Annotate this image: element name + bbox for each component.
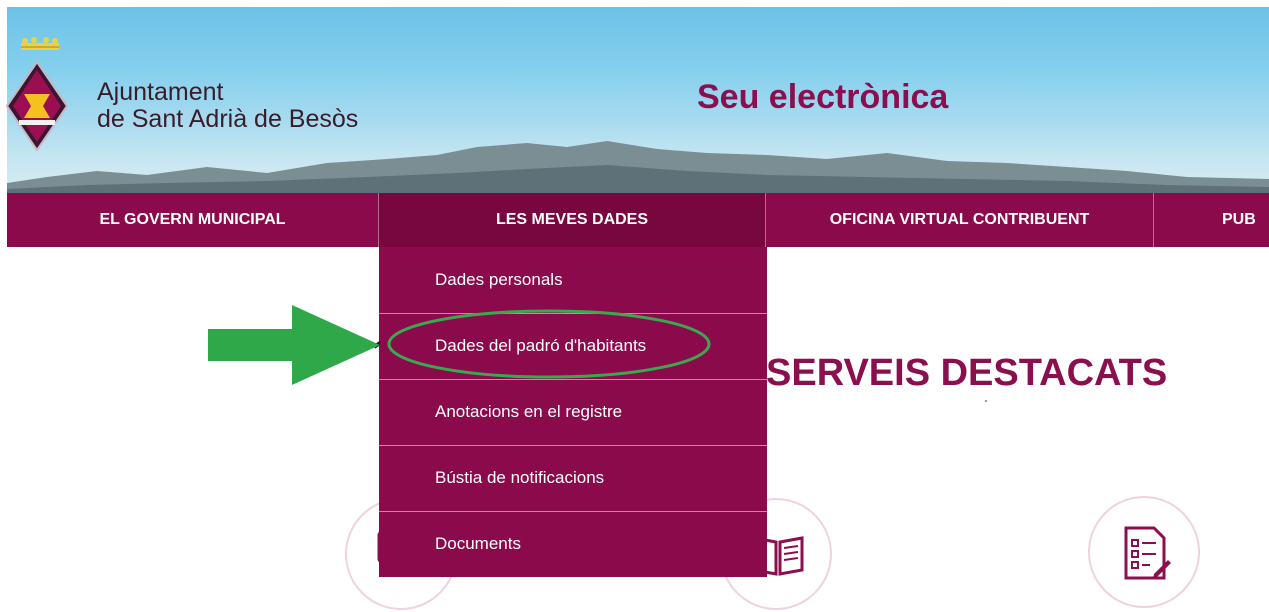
dropdown-item-anotacions-registre[interactable]: Anotacions en el registre xyxy=(379,379,767,445)
nav-item-oficina-virtual[interactable]: OFICINA VIRTUAL CONTRIBUENT xyxy=(766,193,1153,247)
dropdown-item-bustia-notificacions[interactable]: Bústia de notificacions xyxy=(379,445,767,511)
services-title: SERVEIS DESTACATS xyxy=(766,352,1168,394)
decorative-dot xyxy=(985,400,987,402)
green-oval-highlight xyxy=(387,309,711,379)
municipal-shield-icon[interactable] xyxy=(5,58,69,154)
crown-icon xyxy=(21,37,59,50)
organization-line-2: de Sant Adrià de Besòs xyxy=(97,105,359,133)
organization-name[interactable]: Ajuntament de Sant Adrià de Besòs xyxy=(97,79,358,133)
mountain-skyline xyxy=(7,141,1269,193)
les-meves-dades-dropdown: Dades personals Dades del padró d'habita… xyxy=(379,247,767,577)
dropdown-item-dades-personals[interactable]: Dades personals xyxy=(379,247,767,313)
green-arrow-icon xyxy=(208,305,380,385)
site-title: Seu electrònica xyxy=(697,78,949,116)
service-form[interactable] xyxy=(1088,496,1200,608)
nav-item-govern-municipal[interactable]: EL GOVERN MUNICIPAL xyxy=(7,193,378,247)
form-checklist-icon xyxy=(1124,526,1171,580)
organization-line-1: Ajuntament xyxy=(97,78,224,106)
nav-item-pub[interactable]: PUB xyxy=(1154,193,1269,247)
dropdown-item-documents[interactable]: Documents xyxy=(379,511,767,577)
nav-item-les-meves-dades[interactable]: LES MEVES DADES xyxy=(379,193,765,247)
main-nav: EL GOVERN MUNICIPAL LES MEVES DADES OFIC… xyxy=(7,193,1269,247)
